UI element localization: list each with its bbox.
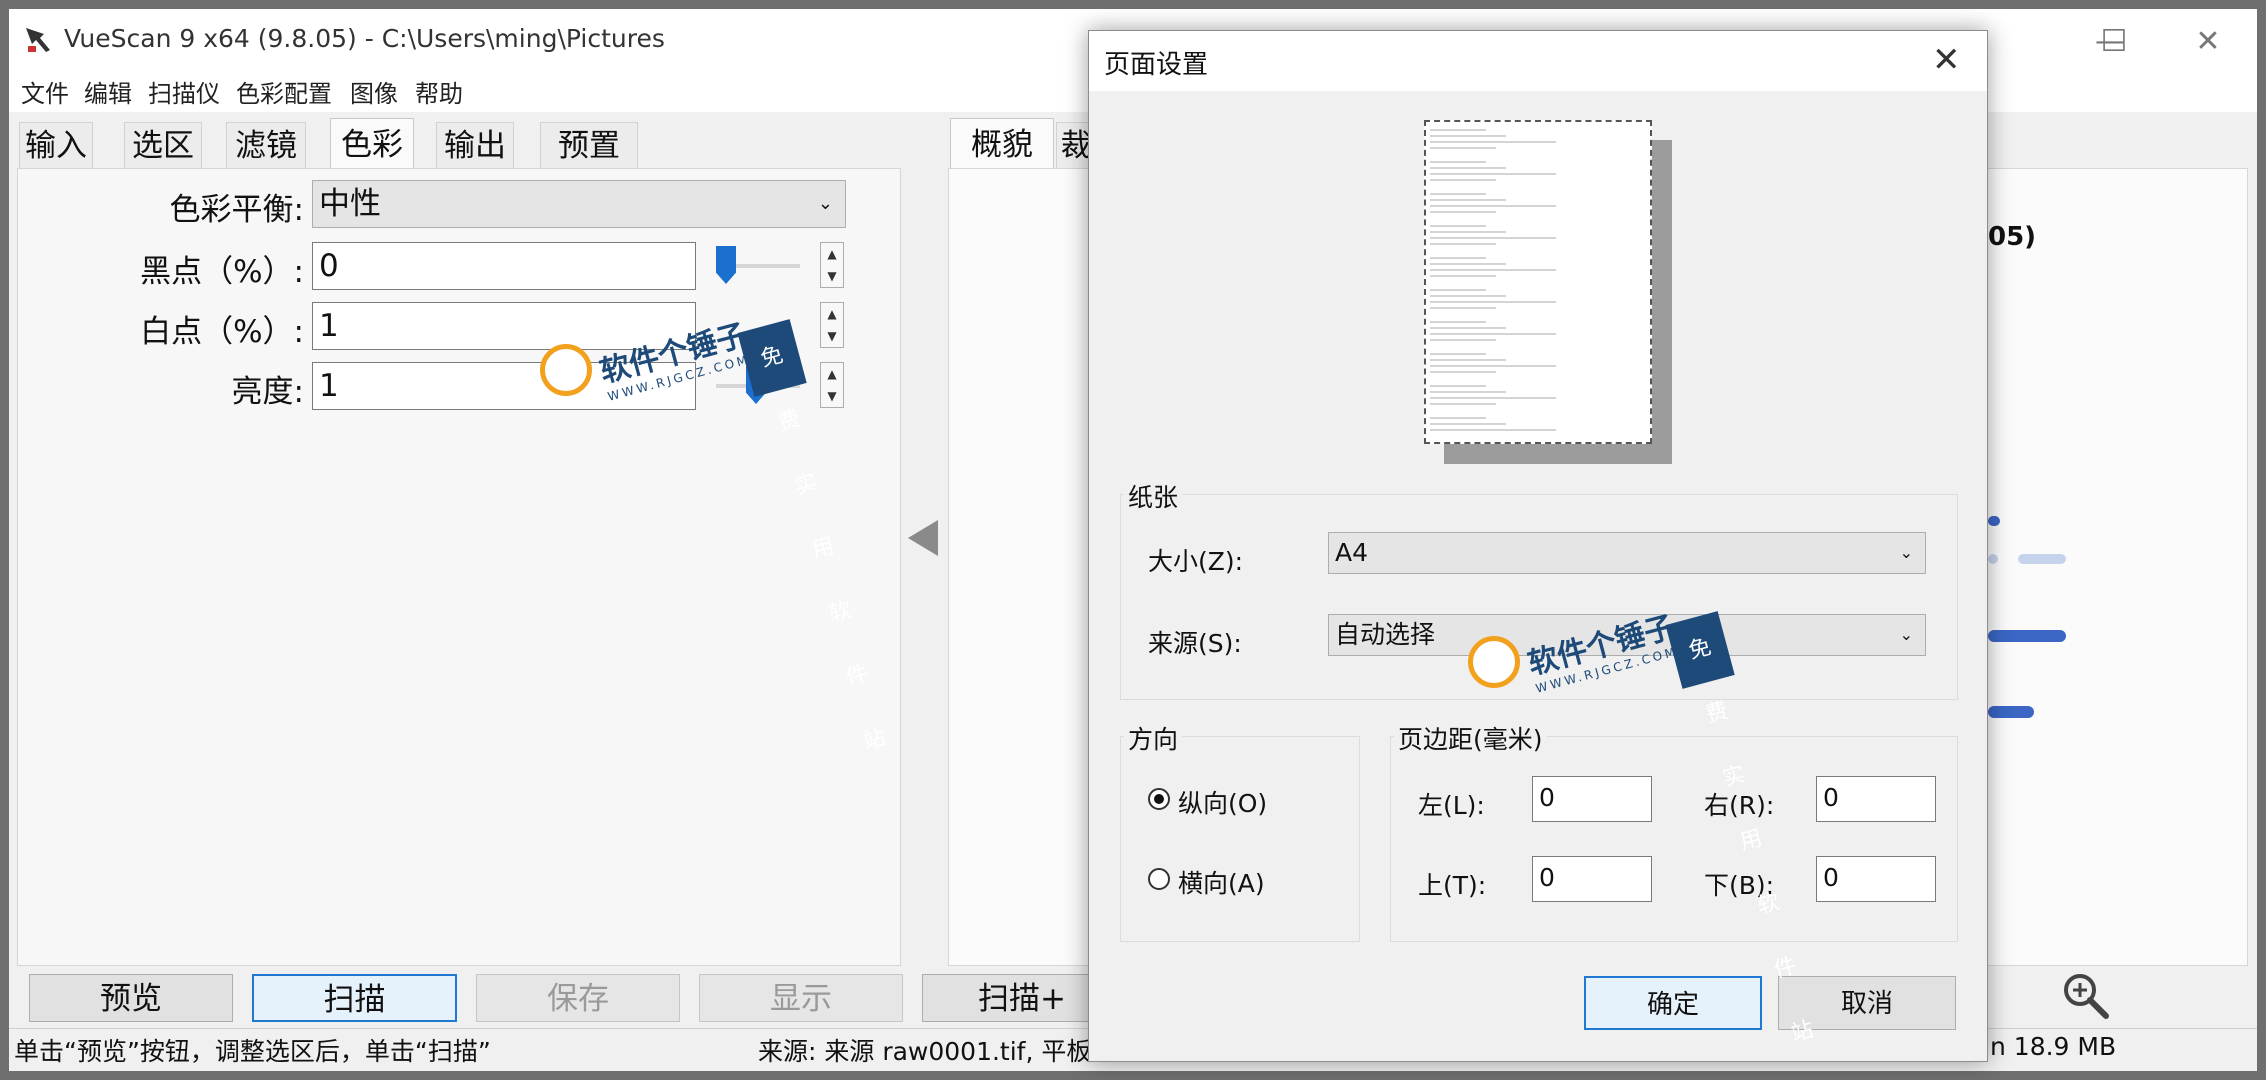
black-point-spinner[interactable]: ▲ ▼ [820,242,844,288]
scan-button[interactable]: 扫描 [252,974,457,1022]
menu-edit[interactable]: 编辑 [84,74,132,109]
menu-help[interactable]: 帮助 [415,74,463,109]
paper-group-label: 纸张 [1124,478,1183,514]
white-point-spinner[interactable]: ▲ ▼ [820,302,844,348]
chevron-down-icon: ⌄ [1899,543,1913,562]
brightness-spinner[interactable]: ▲ ▼ [820,362,844,408]
dialog-title-bar[interactable] [1089,31,1987,91]
status-memory: n 18.9 MB [1990,1032,2117,1061]
tab-preset[interactable]: 预置 [540,122,638,168]
spin-down-icon[interactable]: ▼ [821,265,843,287]
chevron-down-icon: ⌄ [1899,625,1913,644]
margin-top-label: 上(T): [1418,871,1487,900]
histogram-bar [1988,516,2000,526]
color-balance-select[interactable]: 中性 ⌄ [312,180,846,228]
landscape-label[interactable]: 横向(A) [1178,864,1265,900]
margin-bottom-input[interactable]: 0 [1816,856,1936,902]
margin-right-input[interactable]: 0 [1816,776,1936,822]
spin-down-icon[interactable]: ▼ [821,325,843,347]
histogram-bar [1988,554,1998,564]
margin-left-input[interactable]: 0 [1532,776,1652,822]
paper-source-value: 自动选择 [1335,620,1436,649]
triangle-left-icon[interactable] [908,520,938,556]
maximize-icon[interactable]: ☐ [2084,22,2144,62]
chevron-down-icon: ⌄ [817,193,833,214]
close-icon[interactable]: ✕ [2178,22,2238,62]
color-balance-label: 色彩平衡: [169,192,304,228]
paper-size-select[interactable]: A4 ⌄ [1328,532,1926,574]
save-button[interactable]: 保存 [476,974,680,1022]
tab-output[interactable]: 输出 [436,122,514,168]
spin-up-icon[interactable]: ▲ [821,243,843,265]
landscape-radio[interactable] [1148,868,1170,890]
page-preview-lines [1430,129,1556,431]
black-point-label: 黑点（%）: [140,254,304,290]
vuescan-app-icon [26,28,50,52]
tab-input[interactable]: 输入 [19,122,93,168]
tab-crop[interactable]: 选区 [124,122,202,168]
portrait-label[interactable]: 纵向(O) [1178,784,1267,820]
black-point-input[interactable]: 0 [312,242,696,290]
status-source: 来源: 来源 raw0001.tif, 平板 [758,1037,1092,1066]
watermark-logo-icon [540,344,592,396]
white-point-label: 白点（%）: [140,314,304,350]
histogram-bar [1988,630,2066,642]
margin-top-input[interactable]: 0 [1532,856,1652,902]
menu-color-profile[interactable]: 色彩配置 [236,74,332,109]
page-preview [1424,120,1652,444]
menu-file[interactable]: 文件 [21,74,69,109]
orientation-group-label: 方向 [1124,720,1183,756]
status-hint: 单击“预览”按钮，调整选区后，单击“扫描” [14,1037,491,1066]
histogram-bar [1988,706,2034,718]
margins-group-label: 页边距(毫米) [1394,720,1547,756]
spin-up-icon[interactable]: ▲ [821,363,843,385]
color-balance-value: 中性 [319,186,381,222]
orientation-group [1120,736,1360,942]
show-button[interactable]: 显示 [699,974,903,1022]
paper-size-label: 大小(Z): [1148,547,1244,576]
tab-overview[interactable]: 概貌 [950,118,1054,170]
spin-up-icon[interactable]: ▲ [821,303,843,325]
tab-color[interactable]: 色彩 [330,118,414,170]
histogram-bar [2018,554,2066,564]
overview-partial-text: 05) [1988,222,2037,252]
watermark-logo-icon [1468,636,1520,688]
menu-scanner[interactable]: 扫描仪 [148,74,220,109]
paper-source-label: 来源(S): [1148,629,1242,658]
margin-left-label: 左(L): [1418,791,1485,820]
spin-down-icon[interactable]: ▼ [821,385,843,407]
tab-filter[interactable]: 滤镜 [226,122,306,168]
portrait-radio[interactable] [1148,788,1170,810]
margins-group [1390,736,1958,942]
window-title: VueScan 9 x64 (9.8.05) - C:\Users\ming\P… [64,24,665,53]
preview-button[interactable]: 预览 [29,974,233,1022]
dialog-title: 页面设置 [1104,50,1209,80]
zoom-in-icon[interactable] [2060,970,2112,1022]
menu-image[interactable]: 图像 [350,74,398,109]
brightness-label: 亮度: [231,374,304,410]
paper-size-value: A4 [1335,538,1369,567]
ok-button[interactable]: 确定 [1584,976,1762,1030]
close-icon[interactable]: ✕ [1932,40,1961,80]
